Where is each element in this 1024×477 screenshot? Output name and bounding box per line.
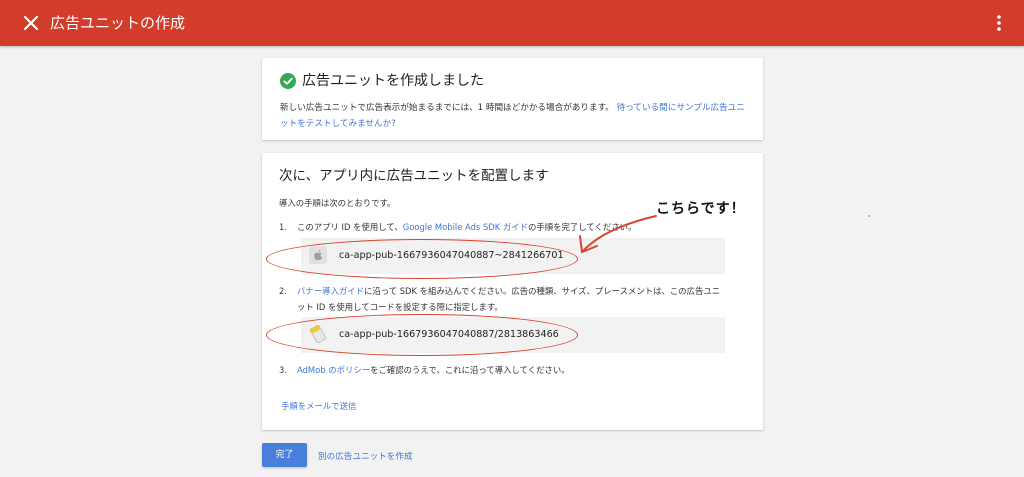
more-vert-icon[interactable]	[996, 12, 1002, 34]
app-id-box: ca-app-pub-1667936047040887~2841266701	[301, 238, 725, 274]
ad-unit-id-box: ca-app-pub-1667936047040887/2813863466	[301, 317, 725, 353]
app-header: 広告ユニットの作成	[0, 0, 1024, 46]
step-3-text-after: をご確認のうえで、これに沿って導入してください。	[370, 365, 570, 375]
create-another-ad-unit-link[interactable]: 別の広告ユニットを作成	[318, 450, 413, 462]
placement-intro: 導入の手順は次のとおりです。	[279, 198, 396, 208]
success-card: 広告ユニットを作成しました 新しい広告ユニットで広告表示が始まるまでには、1 時…	[262, 58, 763, 140]
success-description: 新しい広告ユニットで広告表示が始まるまでには、1 時間ほどかかる場合があります。…	[280, 100, 750, 132]
success-description-text: 新しい広告ユニットで広告表示が始まるまでには、1 時間ほどかかる場合があります。	[280, 103, 614, 113]
stray-dot	[868, 215, 870, 217]
step-1-number: 1.	[279, 222, 287, 232]
step-1-text-before: このアプリ ID を使用して、	[297, 222, 403, 232]
ad-unit-icon	[309, 325, 327, 343]
email-instructions-link[interactable]: 手順をメールで送信	[281, 400, 356, 412]
annotation-arrow-icon	[579, 215, 657, 253]
ad-unit-id-value[interactable]: ca-app-pub-1667936047040887/2813863466	[339, 327, 559, 343]
sdk-guide-link[interactable]: Google Mobile Ads SDK ガイド	[403, 222, 528, 232]
admob-policy-link[interactable]: AdMob のポリシー	[297, 365, 370, 375]
step-2-text: バナー導入ガイドに沿って SDK を組み込んでください。広告の種類、サイズ、プレ…	[297, 283, 727, 315]
close-icon[interactable]	[20, 12, 42, 34]
page-title: 広告ユニットの作成	[50, 14, 186, 32]
done-button[interactable]: 完了	[262, 443, 307, 467]
apple-icon	[309, 246, 327, 264]
step-2: 2. バナー導入ガイドに沿って SDK を組み込んでください。広告の種類、サイズ…	[279, 283, 749, 317]
placement-title: 次に、アプリ内に広告ユニットを配置します	[279, 168, 549, 184]
step-3-number: 3.	[279, 365, 287, 375]
placement-card: 次に、アプリ内に広告ユニットを配置します 導入の手順は次のとおりです。 1. こ…	[262, 153, 763, 430]
check-circle-icon	[280, 73, 296, 89]
annotation-label: こちらです！	[656, 201, 746, 217]
app-id-value[interactable]: ca-app-pub-1667936047040887~2841266701	[339, 248, 564, 264]
step-1-text: このアプリ ID を使用して、Google Mobile Ads SDK ガイド…	[297, 219, 727, 235]
step-2-number: 2.	[279, 286, 287, 296]
success-title: 広告ユニットを作成しました	[302, 73, 484, 89]
step-3-text: AdMob のポリシーをご確認のうえで、これに沿って導入してください。	[297, 362, 727, 378]
banner-guide-link[interactable]: バナー導入ガイド	[297, 286, 364, 296]
